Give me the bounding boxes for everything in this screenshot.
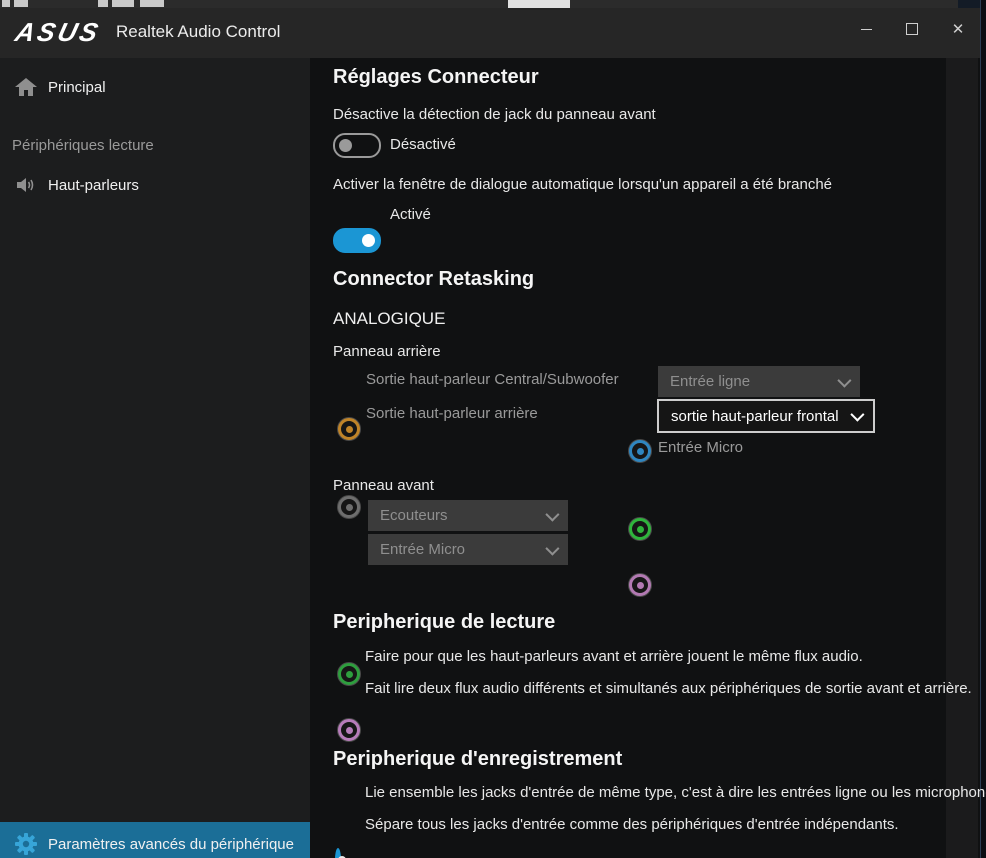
home-icon bbox=[15, 78, 37, 96]
dropdown-value: sortie haut-parleur frontal bbox=[671, 408, 839, 425]
section-heading-playback-device: Peripherique de lecture bbox=[333, 611, 555, 634]
jack-icon-mic-in bbox=[629, 574, 651, 596]
radio-label: Fait lire deux flux audio différents et … bbox=[365, 680, 972, 697]
section-heading-connector-retasking: Connector Retasking bbox=[333, 268, 534, 291]
sidebar-item-label: Haut-parleurs bbox=[48, 177, 139, 194]
minimize-button[interactable] bbox=[843, 8, 889, 50]
close-icon: ✕ bbox=[952, 22, 965, 37]
background-window-text-fragment bbox=[140, 0, 164, 7]
chevron-down-icon bbox=[850, 408, 864, 422]
jack-icon-rear-speaker bbox=[338, 496, 360, 518]
jack-icon-front-speaker-out bbox=[629, 518, 651, 540]
front-speaker-out-dropdown[interactable]: sortie haut-parleur frontal bbox=[657, 399, 875, 433]
sidebar-item-advanced-device-settings[interactable]: Paramètres avancés du périphérique bbox=[0, 822, 310, 858]
speaker-icon bbox=[15, 176, 37, 194]
dropdown-value: Entrée Micro bbox=[380, 541, 465, 558]
background-window-sliver bbox=[0, 0, 986, 8]
chevron-down-icon bbox=[545, 541, 559, 555]
close-button[interactable]: ✕ bbox=[935, 8, 981, 50]
sidebar-item-principal[interactable]: Principal bbox=[0, 72, 310, 102]
realtek-audio-control-window: ASUS Realtek Audio Control ✕ Principal P… bbox=[0, 0, 986, 858]
front-mic-dropdown[interactable]: Entrée Micro bbox=[368, 534, 568, 565]
minimize-icon bbox=[861, 29, 872, 30]
jack-detection-label: Désactive la détection de jack du pannea… bbox=[333, 106, 656, 123]
app-title: Realtek Audio Control bbox=[116, 22, 280, 42]
sidebar-section-playback-devices: Périphériques lecture bbox=[12, 137, 154, 154]
popup-dialog-state: Activé bbox=[390, 206, 431, 223]
popup-dialog-toggle[interactable] bbox=[333, 228, 381, 253]
rear-jack-label: Sortie haut-parleur Central/Subwoofer bbox=[366, 371, 619, 388]
section-heading-recording-device: Peripherique d'enregistrement bbox=[333, 748, 622, 771]
asus-logo: ASUS bbox=[12, 17, 104, 48]
sidebar-item-label: Paramètres avancés du périphérique bbox=[48, 836, 294, 853]
toggle-knob bbox=[362, 234, 375, 247]
background-window-text-fragment bbox=[2, 0, 10, 7]
sidebar: Principal Périphériques lecture Haut-par… bbox=[0, 58, 310, 858]
background-window-tab bbox=[508, 0, 570, 8]
sidebar-item-speakers[interactable]: Haut-parleurs bbox=[0, 170, 310, 200]
analog-subheading: ANALOGIQUE bbox=[333, 309, 445, 329]
jack-icon-line-in bbox=[629, 440, 651, 462]
jack-icon-front-mic bbox=[338, 719, 360, 741]
radio-label: Faire pour que les haut-parleurs avant e… bbox=[365, 648, 863, 665]
headphones-dropdown[interactable]: Ecouteurs bbox=[368, 500, 568, 531]
maximize-button[interactable] bbox=[889, 8, 935, 50]
jack-icon-center-subwoofer bbox=[338, 418, 360, 440]
background-window-text-fragment bbox=[14, 0, 28, 7]
scrollbar-track[interactable] bbox=[946, 58, 978, 858]
titlebar: ASUS Realtek Audio Control ✕ bbox=[0, 8, 980, 58]
sidebar-item-label: Principal bbox=[48, 79, 106, 96]
window-right-edge bbox=[980, 0, 986, 858]
line-in-dropdown[interactable]: Entrée ligne bbox=[658, 366, 860, 397]
maximize-icon bbox=[906, 23, 918, 35]
mic-in-label: Entrée Micro bbox=[658, 439, 743, 456]
background-window-text-fragment bbox=[112, 0, 134, 7]
dropdown-value: Ecouteurs bbox=[380, 507, 448, 524]
jack-detection-state: Désactivé bbox=[390, 136, 456, 153]
section-heading-connector-settings: Réglages Connecteur bbox=[333, 66, 539, 89]
jack-detection-toggle[interactable] bbox=[333, 133, 381, 158]
radio-label: Sépare tous les jacks d'entrée comme des… bbox=[365, 816, 899, 833]
radio-label: Lie ensemble les jacks d'entrée de même … bbox=[365, 784, 986, 801]
dropdown-value: Entrée ligne bbox=[670, 373, 750, 390]
front-panel-label: Panneau avant bbox=[333, 477, 434, 494]
rear-panel-label: Panneau arrière bbox=[333, 343, 441, 360]
gear-icon bbox=[15, 833, 37, 855]
background-window-text-fragment bbox=[98, 0, 108, 7]
rear-jack-label: Sortie haut-parleur arrière bbox=[366, 405, 538, 422]
popup-dialog-label: Activer la fenêtre de dialogue automatiq… bbox=[333, 176, 832, 193]
jack-icon-headphones bbox=[338, 663, 360, 685]
toggle-knob bbox=[339, 139, 352, 152]
chevron-down-icon bbox=[837, 373, 851, 387]
chevron-down-icon bbox=[545, 507, 559, 521]
